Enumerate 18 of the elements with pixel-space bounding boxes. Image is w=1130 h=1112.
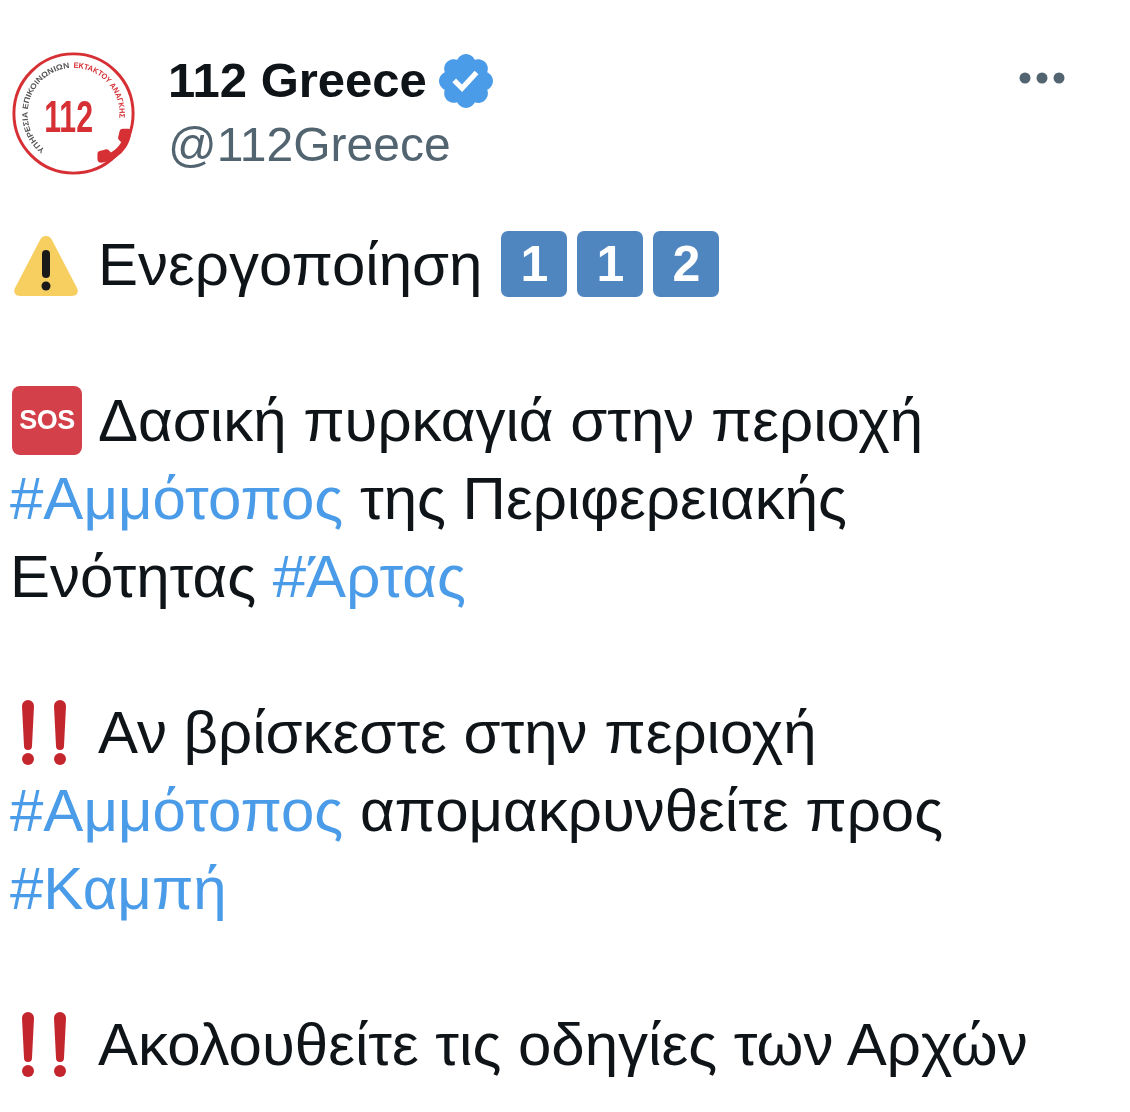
tweet-paragraph: Ακολουθείτε τις οδηγίες των Αρχών [10,1006,1070,1084]
hashtag-link[interactable]: #Αμμότοπος [10,777,344,844]
double-exclamation-icon [20,700,68,766]
keycap-emoji: 2 [653,231,720,297]
hashtag-link[interactable]: #Καμπή [10,855,227,922]
tweet-paragraph: Αν βρίσκεστε στην περιοχή #Αμμότοπος απομακρυνθείτε προς #Καμπή [10,698,945,924]
phone-icon [97,128,132,163]
tweet-paragraph: SOS Δασική πυρκαγιά στην περιοχή #Αμμότοπος της Περιφερειακής Ενότητας #Άρτας [10,385,925,612]
more-icon[interactable] [1019,72,1065,84]
tweet-paragraph: Ενεργοποίηση 1 1 2 [10,226,1070,304]
double-exclamation-icon [20,1012,68,1078]
account-name: 112 Greece [168,52,427,109]
keycap-emoji: 1 [577,231,644,297]
hashtag-link[interactable]: #Αμμότοπος [10,465,344,532]
sos-emoji: SOS [12,386,82,455]
account-handle: @112Greece [168,117,452,173]
hashtag-link[interactable]: #Άρτας [272,543,466,610]
keycap-emoji: 1 [501,231,568,297]
